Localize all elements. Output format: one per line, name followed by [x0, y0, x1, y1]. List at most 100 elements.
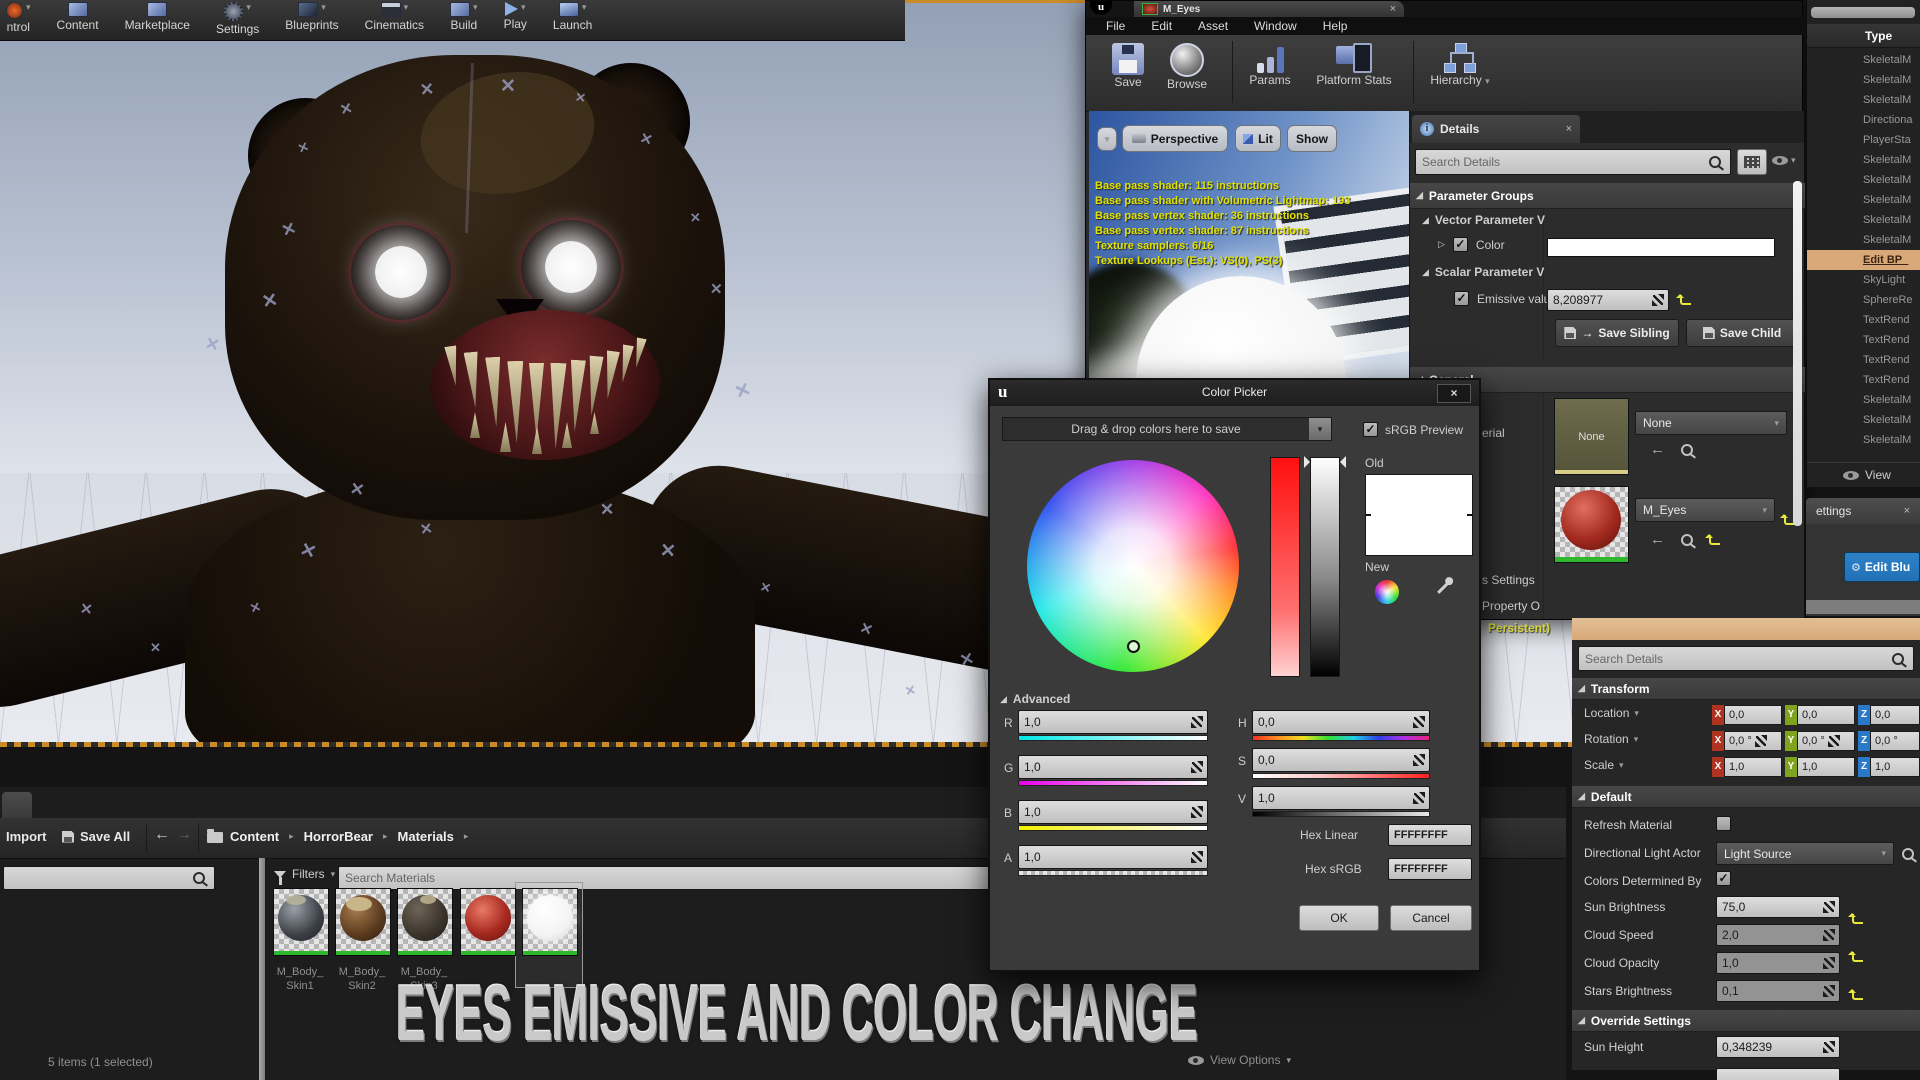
close-icon[interactable]: ×: [1390, 3, 1396, 15]
outliner-hscrollbar[interactable]: [1811, 7, 1915, 18]
colors-determined-by-checkbox[interactable]: [1716, 871, 1731, 886]
value-bar[interactable]: [1304, 456, 1346, 677]
toolbar-item-settings[interactable]: ▾ Settings: [216, 2, 259, 36]
asset-tile-m-body-skin2[interactable]: [335, 888, 391, 956]
section-default[interactable]: ◢ Default: [1572, 786, 1920, 808]
rotation-x-field[interactable]: X 0,0 °: [1712, 731, 1782, 751]
emissive-checkbox[interactable]: [1454, 291, 1469, 306]
toolbar-item-build[interactable]: ▾ Build: [450, 2, 478, 36]
section-transform[interactable]: ◢ Transform: [1572, 678, 1920, 700]
a-gradient-strip[interactable]: [1018, 870, 1208, 876]
hierarchy-button[interactable]: Hierarchy ▾: [1424, 43, 1496, 87]
drag-spinner-icon[interactable]: [1823, 1041, 1835, 1053]
scale-row-label[interactable]: Scale ▾: [1584, 758, 1624, 772]
close-icon[interactable]: ×: [1566, 123, 1572, 135]
search-details-input[interactable]: [1415, 149, 1731, 175]
r-gradient-strip[interactable]: [1018, 735, 1208, 741]
sun-brightness-spinner[interactable]: 75,0: [1716, 896, 1840, 918]
color-param-checkbox[interactable]: [1452, 237, 1468, 252]
srgb-preview-toggle[interactable]: sRGB Preview: [1363, 422, 1463, 437]
value-handle-right[interactable]: [1334, 456, 1346, 468]
params-button[interactable]: Params: [1240, 43, 1300, 87]
drag-spinner-icon[interactable]: [1413, 754, 1425, 766]
menu-file[interactable]: File: [1106, 19, 1125, 33]
s-gradient-strip[interactable]: [1252, 773, 1430, 779]
outliner-row[interactable]: SkeletalM: [1807, 410, 1920, 430]
preview-perspective-button[interactable]: Perspective: [1122, 125, 1228, 152]
menu-help[interactable]: Help: [1323, 19, 1348, 33]
menu-edit[interactable]: Edit: [1151, 19, 1172, 33]
refresh-material-checkbox[interactable]: [1716, 816, 1731, 831]
outliner-row[interactable]: TextRend: [1807, 330, 1920, 350]
stars-brightness-spinner[interactable]: 0,1: [1716, 980, 1840, 1002]
dialog-titlebar[interactable]: u Color Picker ×: [990, 380, 1479, 406]
value-handle-left[interactable]: [1304, 456, 1316, 468]
back-icon[interactable]: ←: [154, 826, 170, 844]
color-themes-icon[interactable]: [1375, 580, 1399, 604]
dropdown-arrow-button[interactable]: ▾: [1309, 418, 1331, 440]
group-vector-parameter[interactable]: ◢ Vector Parameter V: [1422, 213, 1545, 227]
h-slider[interactable]: 0,0: [1252, 710, 1430, 734]
toolbar-item-content[interactable]: Content: [57, 2, 99, 36]
outliner-row[interactable]: SkeletalM: [1807, 210, 1920, 230]
menu-window[interactable]: Window: [1254, 19, 1297, 33]
reset-to-default-icon[interactable]: [1848, 913, 1863, 924]
location-y-field[interactable]: Y 0,0: [1785, 705, 1855, 725]
outliner-row[interactable]: SkyLight: [1807, 270, 1920, 290]
saved-colors-dropdown[interactable]: Drag & drop colors here to save ▾: [1002, 417, 1332, 441]
close-button[interactable]: ×: [1437, 384, 1471, 403]
drag-spinner-icon[interactable]: [1823, 985, 1835, 997]
save-all-button[interactable]: Save All: [62, 829, 130, 844]
color-wheel[interactable]: [1027, 460, 1239, 672]
sun-height-spinner[interactable]: 0,348239: [1716, 1036, 1840, 1058]
toolbar-item-marketplace[interactable]: Marketplace: [125, 2, 190, 36]
section-override-settings[interactable]: ◢ Override Settings: [1572, 1010, 1920, 1032]
rotation-y-field[interactable]: Y 0,0 °: [1785, 731, 1855, 751]
outliner-row[interactable]: SkeletalM: [1807, 170, 1920, 190]
outliner-row[interactable]: SkeletalM: [1807, 50, 1920, 70]
a-slider[interactable]: 1,0: [1018, 845, 1208, 869]
location-z-field[interactable]: Z 0,0: [1858, 705, 1920, 725]
reset-to-default-icon[interactable]: [1848, 989, 1863, 1000]
outliner-row[interactable]: SphereRe: [1807, 290, 1920, 310]
location-row-label[interactable]: Location ▾: [1584, 706, 1639, 720]
toolbar-item-cinematics[interactable]: ▾ Cinematics: [365, 2, 424, 36]
hex-linear-field[interactable]: FFFFFFFF: [1388, 824, 1472, 846]
asset-tile-m-body-skin1[interactable]: [273, 888, 329, 956]
asset-tile-mi-eyes-selected[interactable]: [522, 888, 578, 956]
location-x-field[interactable]: X 0,0: [1712, 705, 1782, 725]
reset-to-default-icon[interactable]: [1848, 951, 1863, 962]
outliner-row[interactable]: SkeletalM: [1807, 90, 1920, 110]
sources-search[interactable]: [3, 866, 215, 890]
asset-tile-m-eyes[interactable]: [460, 888, 516, 956]
color-swatch-white[interactable]: [1547, 238, 1775, 257]
outliner-row[interactable]: SkeletalM: [1807, 150, 1920, 170]
view-options-button[interactable]: View Options ▾: [1188, 1053, 1291, 1067]
s-slider[interactable]: 0,0: [1252, 748, 1430, 772]
cancel-button[interactable]: Cancel: [1390, 905, 1472, 931]
preview-dropdown-button[interactable]: ▾: [1097, 127, 1117, 151]
forward-icon[interactable]: →: [176, 826, 192, 844]
h-gradient-strip[interactable]: [1252, 735, 1430, 741]
preview-lit-button[interactable]: Lit: [1235, 125, 1281, 152]
breadcrumb-content[interactable]: Content: [230, 829, 279, 844]
content-browser-tab[interactable]: [2, 792, 32, 818]
tab-settings[interactable]: ettings ×: [1806, 498, 1920, 524]
close-icon[interactable]: ×: [1904, 505, 1910, 517]
tab-details[interactable]: i Details ×: [1412, 115, 1580, 143]
outliner-type-header[interactable]: Type: [1807, 24, 1920, 48]
outliner-row[interactable]: TextRend: [1807, 370, 1920, 390]
drag-spinner-icon[interactable]: [1827, 735, 1840, 747]
use-selected-icon[interactable]: ←: [1650, 441, 1665, 458]
save-button[interactable]: Save: [1102, 43, 1154, 89]
rotation-z-field[interactable]: Z 0,0 °: [1858, 731, 1920, 751]
actor-details-search[interactable]: [1578, 646, 1914, 671]
outliner-view-options[interactable]: View: [1843, 468, 1891, 482]
hex-srgb-field[interactable]: FFFFFFFF: [1388, 858, 1472, 880]
scale-z-field[interactable]: Z 1,0: [1858, 757, 1920, 777]
details-scrollbar[interactable]: [1793, 181, 1802, 526]
group-scalar-parameter[interactable]: ◢ Scalar Parameter V: [1422, 265, 1544, 279]
outliner-row[interactable]: Directiona: [1807, 110, 1920, 130]
partial-spinner[interactable]: [1716, 1068, 1840, 1080]
physical-material-dropdown[interactable]: None ▾: [1635, 411, 1787, 435]
